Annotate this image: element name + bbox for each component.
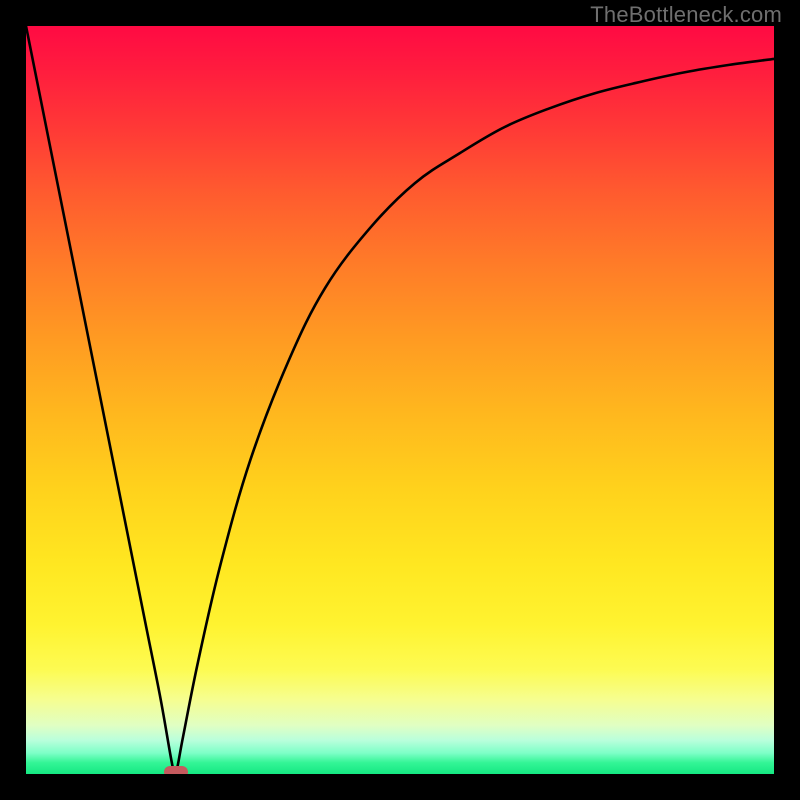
plot-area — [26, 26, 774, 774]
curve-path — [26, 26, 774, 774]
chart-frame: TheBottleneck.com — [0, 0, 800, 800]
watermark-text: TheBottleneck.com — [590, 2, 782, 28]
optimum-marker — [164, 766, 188, 774]
bottleneck-curve — [26, 26, 774, 774]
